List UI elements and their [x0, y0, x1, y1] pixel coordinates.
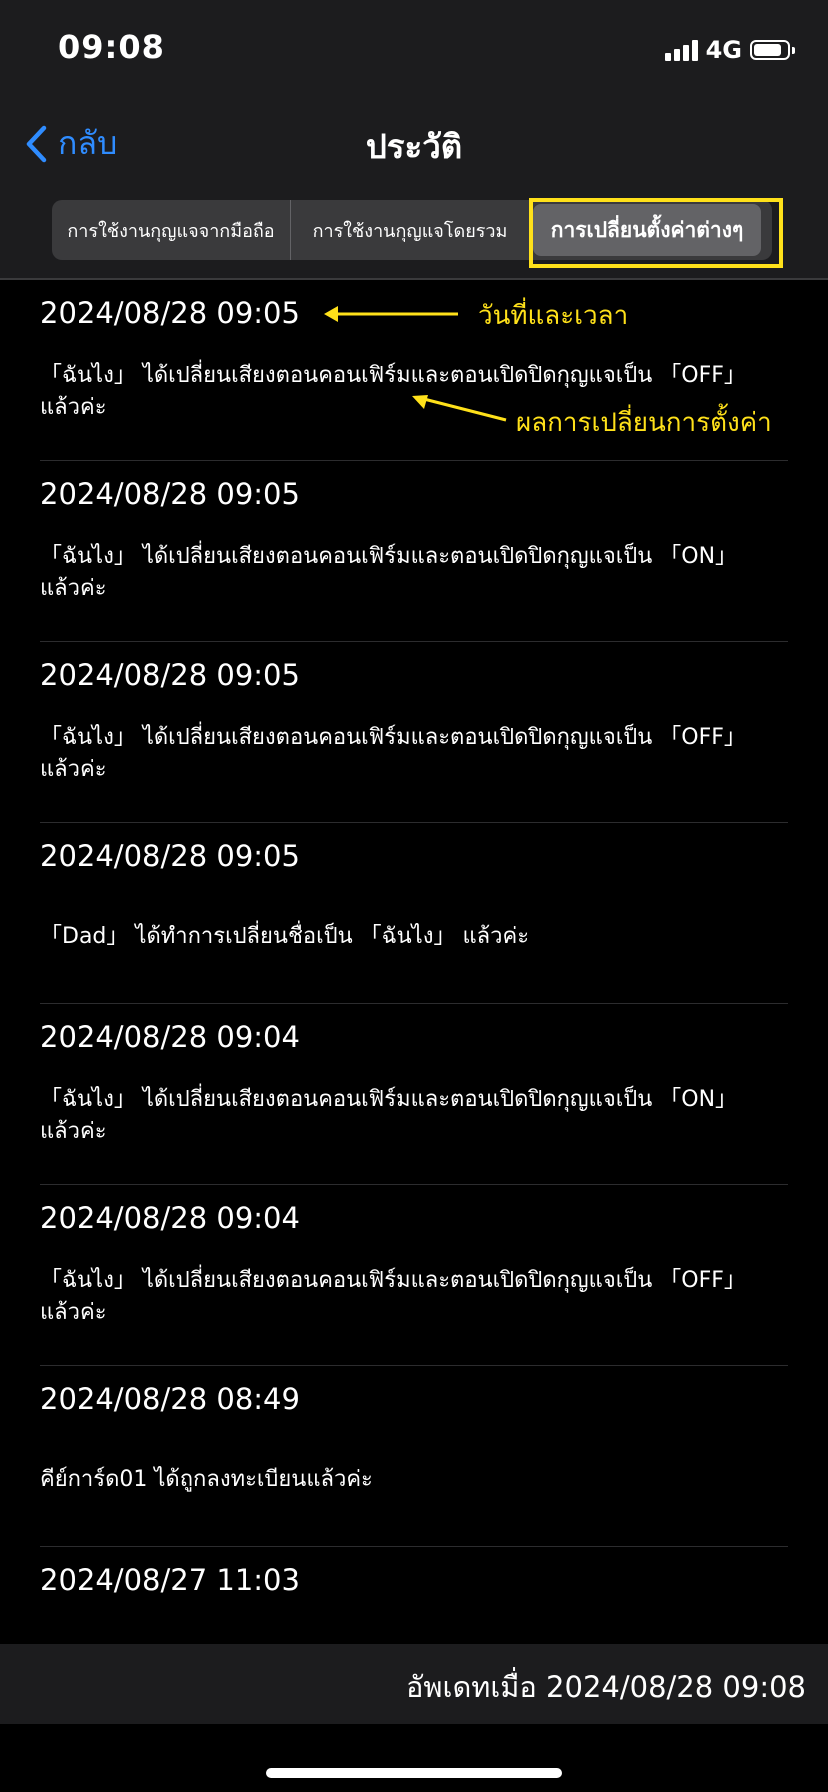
- battery-level: [754, 44, 781, 56]
- tab-bar: การใช้งานกุญแจจากมือถือ การใช้งานกุญแจโด…: [0, 186, 828, 280]
- history-datetime: 2024/08/28 09:05: [40, 296, 300, 330]
- home-indicator[interactable]: [266, 1768, 562, 1778]
- history-description-line: คีย์การ์ด01 ได้ถูกลงทะเบียนแล้วค่ะ: [40, 1467, 373, 1492]
- history-description-line: 「Dad」 ได้ทำการเปลี่ยนชื่อเป็น 「ฉันไง」 แล…: [40, 924, 530, 949]
- history-description: 「ฉันไง」 ได้เปลี่ยนเสียงตอนคอนเฟิร์มและตอ…: [40, 541, 800, 605]
- last-updated-text: อัพเดทเมื่อ 2024/08/28 09:08: [406, 1670, 806, 1704]
- history-description-line: แล้วค่ะ: [40, 1119, 107, 1144]
- history-description: 「Dad」 ได้ทำการเปลี่ยนชื่อเป็น 「ฉันไง」 แล…: [40, 921, 800, 953]
- tab-label: การใช้งานกุญแจจากมือถือ: [67, 220, 275, 242]
- status-time: 09:08: [58, 28, 165, 66]
- segmented-control: การใช้งานกุญแจจากมือถือ การใช้งานกุญแจโด…: [52, 200, 772, 260]
- history-datetime: 2024/08/28 09:05: [40, 658, 300, 692]
- status-bar: 09:08 4G: [0, 0, 828, 100]
- network-type: 4G: [705, 36, 742, 64]
- tab-settings-changes[interactable]: การเปลี่ยนตั้งค่าต่างๆ: [529, 200, 765, 260]
- history-description-line: แล้วค่ะ: [40, 1300, 107, 1325]
- history-item: 2024/08/28 08:49 คีย์การ์ด01 ได้ถูกลงทะเ…: [40, 1366, 788, 1547]
- page-title: ประวัติ: [365, 127, 463, 166]
- annotation-arrow-datetime: [324, 306, 458, 322]
- history-description: 「ฉันไง」 ได้เปลี่ยนเสียงตอนคอนเฟิร์มและตอ…: [40, 1265, 800, 1329]
- history-description-line: แล้วค่ะ: [40, 576, 107, 601]
- footer-bar: อัพเดทเมื่อ 2024/08/28 09:08: [0, 1644, 828, 1724]
- history-description-line: 「ฉันไง」 ได้เปลี่ยนเสียงตอนคอนเฟิร์มและตอ…: [40, 725, 746, 750]
- history-item: 2024/08/28 09:05 「ฉันไง」 ได้เปลี่ยนเสียง…: [40, 642, 788, 823]
- history-datetime: 2024/08/28 09:05: [40, 839, 300, 873]
- history-description-line: 「ฉันไง」 ได้เปลี่ยนเสียงตอนคอนเฟิร์มและตอ…: [40, 1087, 738, 1112]
- history-datetime: 2024/08/27 11:03: [40, 1563, 300, 1597]
- history-datetime: 2024/08/28 08:49: [40, 1382, 300, 1416]
- tab-overall-key-usage[interactable]: การใช้งานกุญแจโดยรวม: [290, 200, 529, 260]
- history-datetime: 2024/08/28 09:05: [40, 477, 300, 511]
- navigation-bar: กลับ ประวัติ: [0, 100, 828, 186]
- history-list: 2024/08/28 09:05 「ฉันไง」 ได้เปลี่ยนเสียง…: [0, 280, 828, 1727]
- history-description: คีย์การ์ด01 ได้ถูกลงทะเบียนแล้วค่ะ: [40, 1464, 800, 1496]
- tab-label: การเปลี่ยนตั้งค่าต่างๆ: [550, 217, 744, 242]
- history-datetime: 2024/08/28 09:04: [40, 1020, 300, 1054]
- annotation-arrow-result: [412, 395, 507, 422]
- selected-tab-pill: การเปลี่ยนตั้งค่าต่างๆ: [533, 204, 761, 256]
- annotation-result-label: ผลการเปลี่ยนการตั้งค่า: [516, 408, 772, 438]
- history-description-line: 「ฉันไง」 ได้เปลี่ยนเสียงตอนคอนเฟิร์มและตอ…: [40, 363, 746, 388]
- home-indicator-area: [0, 1724, 828, 1792]
- history-description: 「ฉันไง」 ได้เปลี่ยนเสียงตอนคอนเฟิร์มและตอ…: [40, 722, 800, 786]
- battery-icon: [750, 40, 795, 60]
- history-description: 「ฉันไง」 ได้เปลี่ยนเสียงตอนคอนเฟิร์มและตอ…: [40, 1084, 800, 1148]
- history-item: 2024/08/28 09:04 「ฉันไง」 ได้เปลี่ยนเสียง…: [40, 1004, 788, 1185]
- history-item: 2024/08/28 09:05 「Dad」 ได้ทำการเปลี่ยนชื…: [40, 823, 788, 1004]
- history-description-line: 「ฉันไง」 ได้เปลี่ยนเสียงตอนคอนเฟิร์มและตอ…: [40, 544, 738, 569]
- history-description-line: 「ฉันไง」 ได้เปลี่ยนเสียงตอนคอนเฟิร์มและตอ…: [40, 1268, 746, 1293]
- history-datetime: 2024/08/28 09:04: [40, 1201, 300, 1235]
- tab-mobile-key-usage[interactable]: การใช้งานกุญแจจากมือถือ: [52, 200, 290, 260]
- history-item: 2024/08/28 09:05 「ฉันไง」 ได้เปลี่ยนเสียง…: [40, 461, 788, 642]
- signal-icon: [664, 39, 698, 61]
- status-indicators: 4G: [664, 36, 795, 64]
- history-description-line: แล้วค่ะ: [40, 757, 107, 782]
- tab-label: การใช้งานกุญแจโดยรวม: [312, 220, 508, 242]
- annotation-datetime-label: วันที่และเวลา: [478, 301, 629, 331]
- history-item: 2024/08/28 09:04 「ฉันไง」 ได้เปลี่ยนเสียง…: [40, 1185, 788, 1366]
